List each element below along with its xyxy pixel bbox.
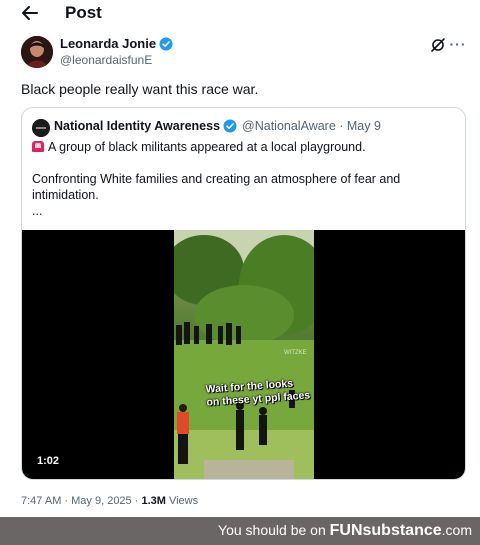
quoted-line-2: Confronting White families and creating … <box>32 172 401 202</box>
quoted-author-name: National Identity Awareness <box>54 119 221 133</box>
footer-text: You should be on FUNsubstance.com <box>218 522 472 539</box>
back-button[interactable] <box>18 2 42 24</box>
quoted-author-handle: @NationalAware · May 9 <box>242 119 381 133</box>
back-arrow-icon <box>22 6 38 20</box>
grok-icon[interactable] <box>430 37 446 53</box>
top-bar: Post <box>0 0 480 28</box>
video-duration: 1:02 <box>37 455 60 467</box>
siren-icon <box>32 141 44 152</box>
page-title: Post <box>65 3 102 22</box>
post-timestamp[interactable]: 7:47 AM · May 9, 2025 · <box>21 495 141 507</box>
author-name-text: Leonarda Jonie <box>60 36 157 51</box>
site-footer-banner: You should be on FUNsubstance.com <box>0 517 480 545</box>
views-count: 1.3M <box>141 495 166 507</box>
video-watermark: WITZKE <box>284 350 307 356</box>
quoted-post-text: A group of black militants appeared at a… <box>32 139 452 219</box>
quoted-line-3: ... <box>32 204 43 218</box>
verified-badge-icon <box>159 37 173 50</box>
post-meta: 7:47 AM · May 9, 2025 · 1.3M Views <box>21 495 198 507</box>
views-label: Views <box>165 495 199 507</box>
verified-badge-icon <box>223 119 237 133</box>
video-player[interactable]: WITZKE Wait for the looks on these yt pp… <box>22 230 465 479</box>
author-name[interactable]: Leonarda Jonie <box>60 36 173 51</box>
author-handle[interactable]: @leonardaisfunE <box>60 53 152 67</box>
more-options-icon[interactable]: ··· <box>450 36 466 52</box>
quoted-author[interactable]: National Identity Awareness @NationalAwa… <box>54 119 381 133</box>
quoted-line-1: A group of black militants appeared at a… <box>48 140 366 154</box>
quoted-author-avatar[interactable] <box>32 119 50 137</box>
quoted-post[interactable]: National Identity Awareness @NationalAwa… <box>21 107 466 480</box>
post-text: Black people really want this race war. <box>21 81 259 97</box>
author-avatar[interactable] <box>21 36 53 68</box>
footer-brand: FUNsubstance <box>329 522 442 539</box>
video-frame: WITZKE Wait for the looks on these yt pp… <box>174 230 314 479</box>
